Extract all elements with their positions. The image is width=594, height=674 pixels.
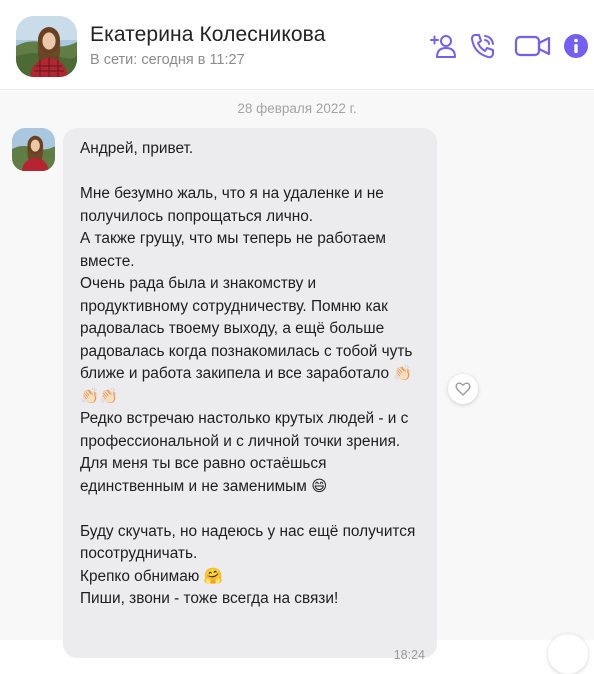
video-call-icon[interactable] bbox=[513, 30, 553, 62]
sender-avatar[interactable] bbox=[12, 128, 55, 171]
add-contact-icon[interactable] bbox=[427, 30, 459, 62]
info-icon[interactable] bbox=[562, 30, 590, 62]
message-text: Андрей, привет. Мне безумно жаль, что я … bbox=[80, 140, 416, 607]
like-button[interactable] bbox=[448, 374, 478, 404]
contact-avatar[interactable] bbox=[16, 16, 77, 77]
contact-name[interactable]: Екатерина Колесникова bbox=[90, 23, 325, 47]
chat-header: Екатерина Колесникова В сети: сегодня в … bbox=[0, 0, 594, 90]
message-time: 18:24 bbox=[393, 648, 425, 662]
heart-icon bbox=[455, 382, 471, 396]
date-separator: 28 февраля 2022 г. bbox=[237, 101, 357, 116]
chat-area[interactable]: 28 февраля 2022 г. Андрей, привет. Мне б… bbox=[0, 91, 594, 674]
call-icon[interactable] bbox=[467, 30, 499, 62]
message-bubble[interactable]: Андрей, привет. Мне безумно жаль, что я … bbox=[63, 128, 437, 662]
scroll-down-button[interactable] bbox=[548, 634, 588, 674]
contact-status: В сети: сегодня в 11:27 bbox=[90, 52, 245, 68]
